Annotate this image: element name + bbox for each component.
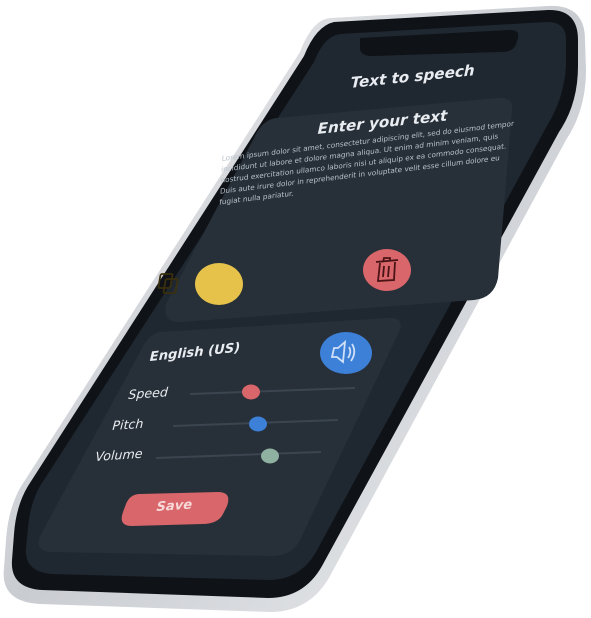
pitch-label: Pitch xyxy=(111,415,144,433)
speak-button[interactable] xyxy=(320,332,372,374)
pitch-knob[interactable] xyxy=(249,416,267,432)
volume-knob[interactable] xyxy=(261,448,279,464)
save-button-label[interactable]: Save xyxy=(156,498,193,515)
speed-label: Speed xyxy=(127,384,169,402)
phone-frame xyxy=(3,5,587,613)
delete-button[interactable] xyxy=(363,249,411,291)
speed-knob[interactable] xyxy=(242,384,260,400)
